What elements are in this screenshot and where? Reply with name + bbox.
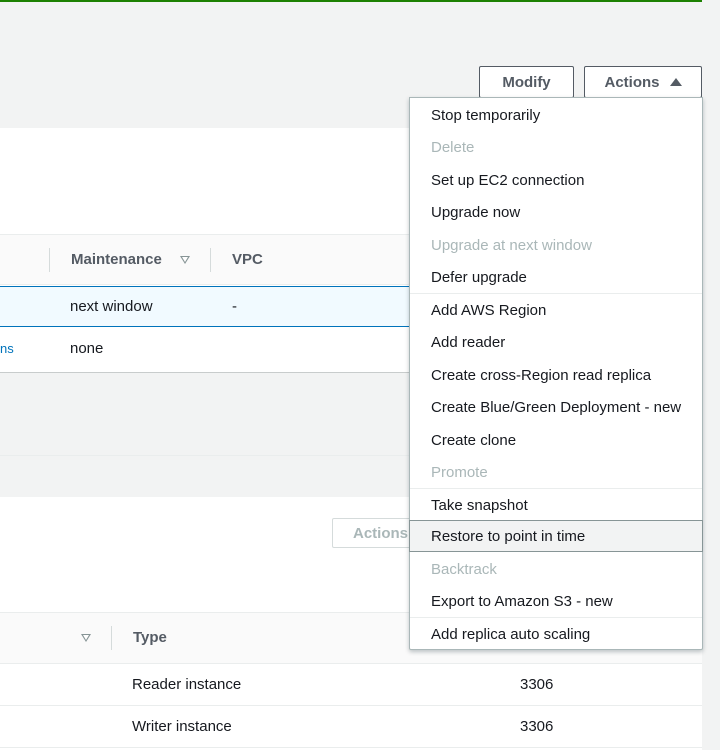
menu-item-defer-upgrade[interactable]: Defer upgrade bbox=[410, 261, 702, 293]
menu-item-delete: Delete bbox=[431, 138, 475, 156]
sort-down-icon[interactable] bbox=[180, 256, 190, 264]
menu-item-export-to-amazon-s3[interactable]: Export to Amazon S3 - new bbox=[410, 585, 702, 617]
menu-item-add-aws-region[interactable]: Add AWS Region bbox=[410, 294, 702, 326]
menu-item-create-clone[interactable]: Create clone bbox=[410, 424, 702, 456]
menu-item-upgrade-now[interactable]: Upgrade now bbox=[410, 196, 702, 228]
column-divider bbox=[210, 248, 211, 272]
port-cell: 3306 bbox=[520, 676, 554, 693]
maintenance-cell: next window bbox=[70, 298, 153, 315]
menu-item-take-snapshot[interactable]: Take snapshot bbox=[410, 489, 702, 521]
type-cell: Writer instance bbox=[132, 718, 232, 735]
menu-item-backtrack: Backtrack bbox=[431, 560, 497, 578]
menu-item-restore-to-point-in-time[interactable]: Restore to point in time bbox=[409, 520, 703, 552]
actions-button[interactable]: Actions bbox=[584, 66, 702, 98]
menu-item-create-cross-region-read-replica[interactable]: Create cross-Region read replica bbox=[410, 359, 702, 391]
page-margin bbox=[702, 0, 720, 750]
actions-dropdown-menu: Stop temporarily Delete Set up EC2 conne… bbox=[409, 97, 703, 650]
type-column-header[interactable]: Type bbox=[133, 629, 167, 646]
menu-item-stop-temporarily[interactable]: Stop temporarily bbox=[410, 99, 702, 131]
instances-actions-label: Actions bbox=[353, 524, 409, 542]
truncated-link[interactable]: ns bbox=[0, 341, 14, 356]
modify-button[interactable]: Modify bbox=[479, 66, 574, 98]
table-row[interactable]: Writer instance 3306 bbox=[0, 706, 702, 748]
menu-item-add-replica-auto-scaling[interactable]: Add replica auto scaling bbox=[410, 618, 702, 650]
menu-item-add-reader[interactable]: Add reader bbox=[410, 326, 702, 358]
sort-down-icon[interactable] bbox=[81, 634, 91, 642]
menu-item-upgrade-at-next-window: Upgrade at next window bbox=[431, 236, 592, 254]
menu-item-create-blue-green-deployment[interactable]: Create Blue/Green Deployment - new bbox=[410, 391, 702, 423]
modify-button-label: Modify bbox=[502, 73, 551, 91]
actions-button-label: Actions bbox=[604, 73, 660, 91]
column-divider bbox=[111, 626, 112, 650]
maintenance-cell: none bbox=[70, 340, 104, 357]
table-row[interactable]: Reader instance 3306 bbox=[0, 664, 702, 706]
menu-item-promote: Promote bbox=[431, 463, 488, 481]
maintenance-column-header[interactable]: Maintenance bbox=[71, 251, 162, 268]
success-strip bbox=[0, 0, 720, 2]
vpc-column-header[interactable]: VPC bbox=[232, 251, 263, 268]
menu-item-set-up-ec2-connection[interactable]: Set up EC2 connection bbox=[410, 164, 702, 196]
column-divider bbox=[49, 248, 50, 272]
type-cell: Reader instance bbox=[132, 676, 242, 693]
port-cell: 3306 bbox=[520, 718, 554, 735]
vpc-cell: - bbox=[232, 298, 237, 315]
caret-up-icon bbox=[669, 78, 682, 86]
